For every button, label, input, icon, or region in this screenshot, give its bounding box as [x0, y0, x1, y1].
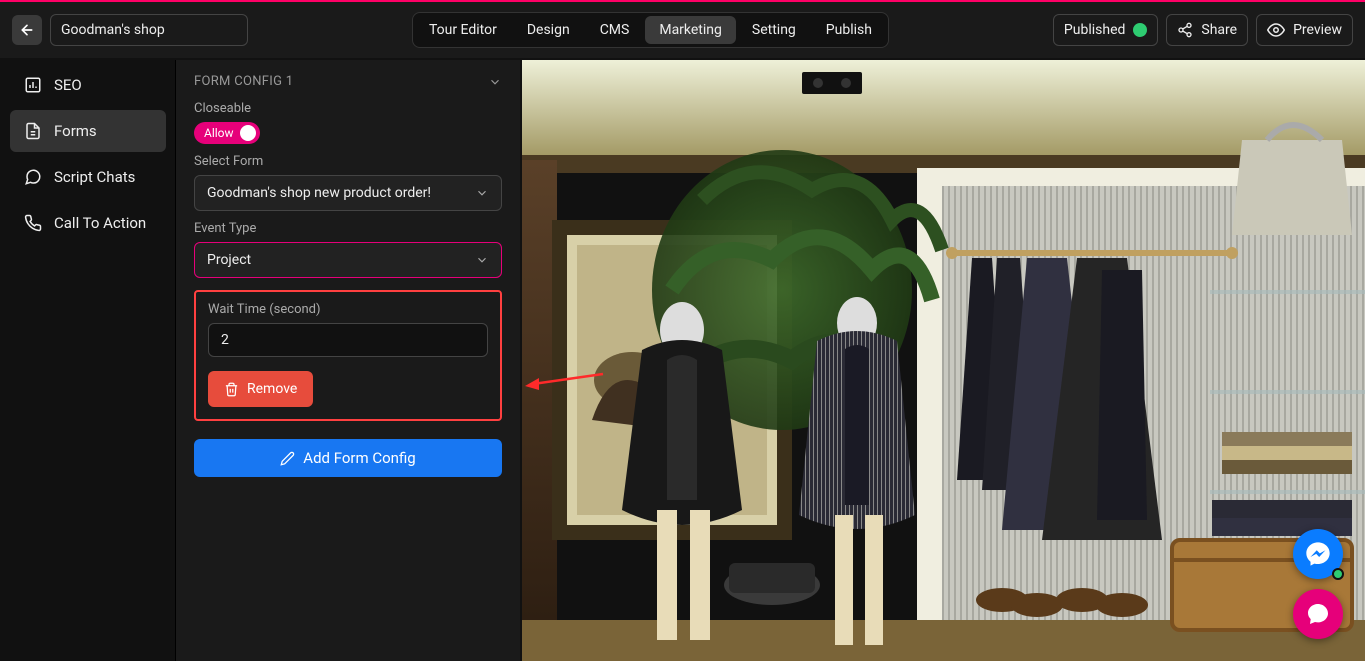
- trash-icon: [224, 382, 239, 397]
- remove-label: Remove: [247, 381, 297, 397]
- toggle-knob: [240, 125, 256, 141]
- tab-publish[interactable]: Publish: [812, 16, 886, 44]
- closeable-label: Closeable: [194, 101, 502, 116]
- status-label: Published: [1064, 22, 1125, 38]
- chevron-down-icon: [475, 253, 489, 267]
- wait-time-input[interactable]: [208, 323, 488, 357]
- share-button[interactable]: Share: [1166, 14, 1248, 46]
- section-header[interactable]: FORM CONFIG 1: [194, 74, 502, 89]
- tab-setting[interactable]: Setting: [738, 16, 810, 44]
- file-icon: [24, 122, 42, 140]
- tab-design[interactable]: Design: [513, 16, 584, 44]
- eye-icon: [1267, 21, 1285, 39]
- select-form-dropdown[interactable]: Goodman's shop new product order!: [194, 175, 502, 211]
- panorama-viewport[interactable]: [522, 60, 1365, 661]
- chevron-down-icon: [475, 186, 489, 200]
- event-type-label: Event Type: [194, 221, 502, 236]
- back-button[interactable]: [12, 15, 42, 45]
- sidebar-item-forms[interactable]: Forms: [10, 110, 166, 152]
- select-form-value: Goodman's shop new product order!: [207, 185, 431, 201]
- select-form-label: Select Form: [194, 154, 502, 169]
- sidebar-item-label: SEO: [54, 76, 82, 94]
- arrow-left-icon: [19, 22, 35, 38]
- share-icon: [1177, 22, 1193, 38]
- chart-icon: [24, 76, 42, 94]
- section-title: FORM CONFIG 1: [194, 74, 293, 89]
- top-bar: Tour Editor Design CMS Marketing Setting…: [0, 2, 1365, 58]
- sidebar-item-label: Script Chats: [54, 168, 135, 186]
- form-config-panel: FORM CONFIG 1 Closeable Allow Select For…: [175, 60, 520, 661]
- preview-button[interactable]: Preview: [1256, 14, 1353, 46]
- chevron-down-icon: [488, 75, 502, 89]
- tab-cms[interactable]: CMS: [586, 16, 644, 44]
- sidebar-item-seo[interactable]: SEO: [10, 64, 166, 106]
- wait-time-label: Wait Time (second): [208, 302, 488, 317]
- sidebar-item-cta[interactable]: Call To Action: [10, 202, 166, 244]
- marketing-sidebar: SEO Forms Script Chats Call To Action: [10, 64, 166, 244]
- annotation-highlight-box: Wait Time (second) Remove: [194, 290, 502, 421]
- chat-bubble-icon: [1306, 602, 1330, 626]
- messenger-fab[interactable]: [1293, 529, 1343, 579]
- share-label: Share: [1201, 22, 1237, 38]
- event-type-dropdown[interactable]: Project: [194, 242, 502, 278]
- chat-fab[interactable]: [1293, 589, 1343, 639]
- add-label: Add Form Config: [303, 449, 415, 467]
- panorama-scene: [522, 60, 1365, 661]
- tab-tour-editor[interactable]: Tour Editor: [415, 16, 511, 44]
- main-tabs: Tour Editor Design CMS Marketing Setting…: [412, 12, 889, 48]
- sidebar-item-label: Call To Action: [54, 214, 146, 232]
- remove-button[interactable]: Remove: [208, 371, 313, 407]
- online-dot-icon: [1332, 568, 1344, 580]
- tab-marketing[interactable]: Marketing: [645, 16, 736, 44]
- add-form-config-button[interactable]: Add Form Config: [194, 439, 502, 477]
- toggle-label: Allow: [204, 126, 234, 140]
- phone-icon: [24, 214, 42, 232]
- publish-status[interactable]: Published: [1053, 14, 1158, 46]
- project-title-input[interactable]: [50, 14, 248, 46]
- event-type-value: Project: [207, 252, 251, 268]
- messenger-icon: [1304, 540, 1332, 568]
- status-dot-icon: [1133, 23, 1147, 37]
- chat-icon: [24, 168, 42, 186]
- preview-label: Preview: [1293, 22, 1342, 38]
- pencil-icon: [280, 451, 295, 466]
- sidebar-item-label: Forms: [54, 122, 97, 140]
- closeable-toggle[interactable]: Allow: [194, 122, 260, 144]
- sidebar-item-script-chats[interactable]: Script Chats: [10, 156, 166, 198]
